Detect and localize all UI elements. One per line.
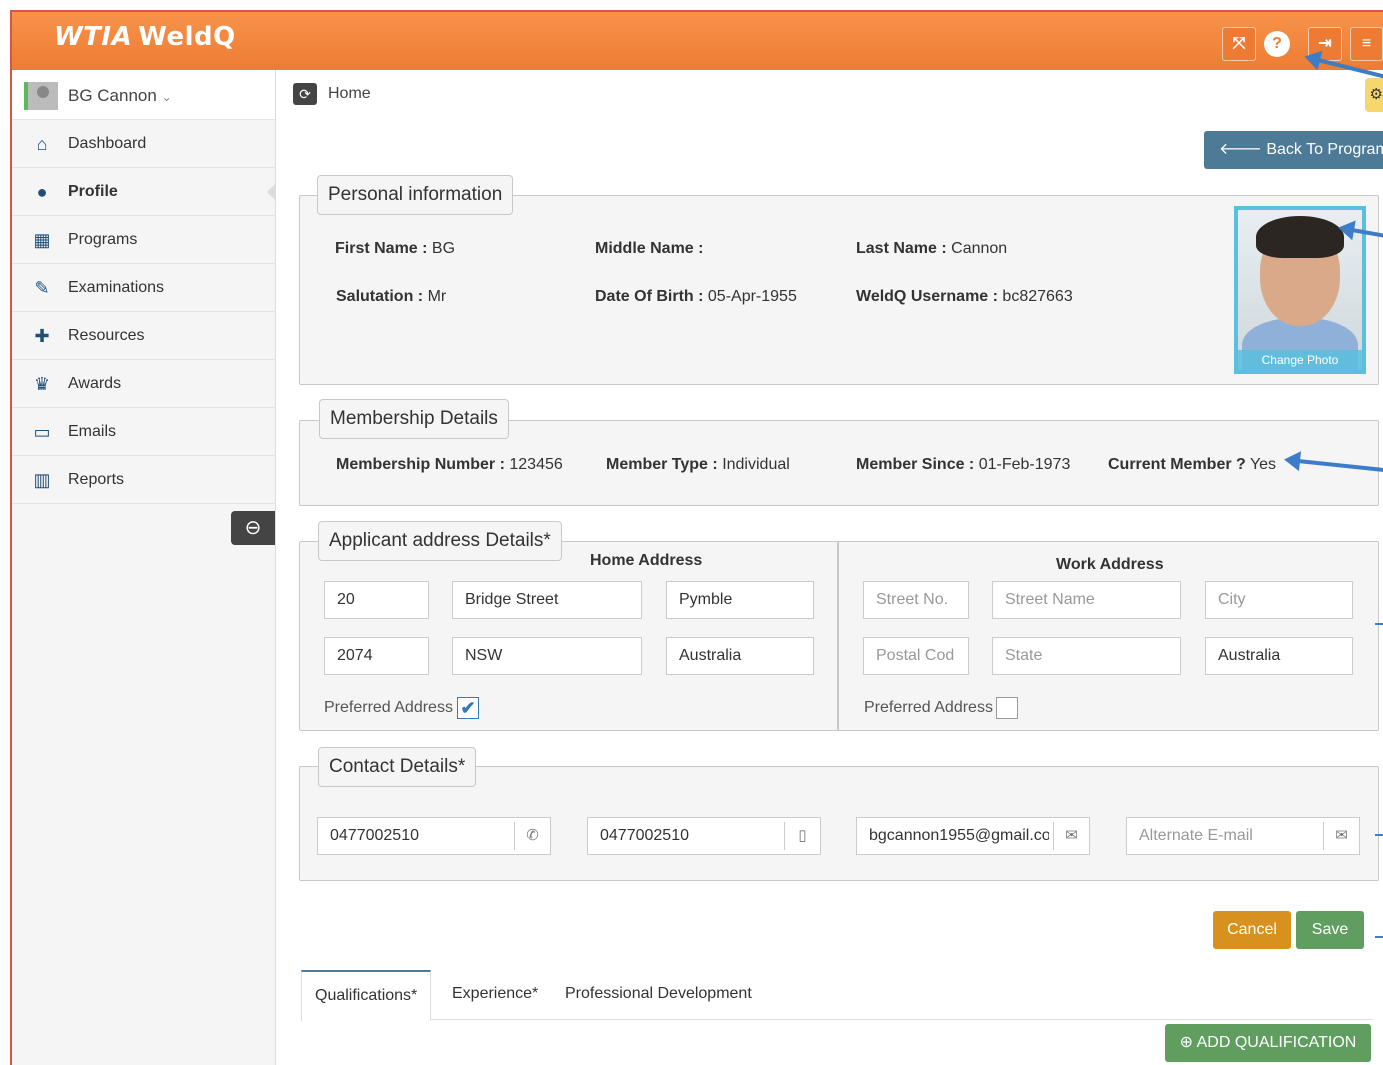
fullscreen-icon[interactable]: ⤧ <box>1222 27 1256 61</box>
alt-email-input[interactable]: Alternate E-mail ✉ <box>1126 817 1360 855</box>
mobile-input[interactable]: 0477002510 ▯ <box>587 817 821 855</box>
sidebar-item-emails[interactable]: ▭ Emails <box>12 408 275 456</box>
current-member-field: Current Member ? Yes <box>1108 456 1277 473</box>
annotation-arrow <box>1375 834 1383 836</box>
bar-chart-icon: ▥ <box>33 470 51 490</box>
change-photo-link[interactable]: Change Photo <box>1238 350 1362 370</box>
address-legend: Applicant address Details* <box>318 521 562 561</box>
back-to-programs-button[interactable]: 🡐 Back To Programs <box>1204 131 1383 169</box>
phone-input[interactable]: 0477002510 ✆ <box>317 817 551 855</box>
member-since-field: Member Since : 01-Feb-1973 <box>856 456 1071 473</box>
work-street-no-input[interactable]: Street No. <box>863 581 969 619</box>
add-qualification-button[interactable]: ⊕ ADD QUALIFICATION <box>1165 1024 1371 1062</box>
home-city-input[interactable]: Pymble <box>666 581 814 619</box>
tab-qualifications[interactable]: Qualifications* <box>301 970 432 1021</box>
phone-value: 0477002510 <box>330 827 419 844</box>
save-button[interactable]: Save <box>1296 911 1364 949</box>
home-preferred-checkbox[interactable]: ✔ <box>457 697 479 719</box>
sidebar-item-resources[interactable]: ✚ Resources <box>12 312 275 360</box>
first-name-field: First Name : BG <box>335 240 456 257</box>
alt-email-placeholder: Alternate E-mail <box>1139 827 1253 844</box>
sidebar-item-label: Programs <box>68 231 138 248</box>
sidebar-item-label: Awards <box>68 375 122 392</box>
tab-professional-development[interactable]: Professional Development <box>552 970 765 1020</box>
membership-legend: Membership Details <box>319 399 509 439</box>
sidebar-item-dashboard[interactable]: ⌂ Dashboard <box>12 120 275 168</box>
username-field: WeldQ Username : bc827663 <box>856 288 1073 305</box>
last-name-field: Last Name : Cannon <box>856 240 1008 257</box>
work-preferred-label: Preferred Address <box>864 699 993 716</box>
envelope-icon: ✉ <box>1323 822 1359 850</box>
home-preferred-label: Preferred Address <box>324 699 453 716</box>
app-logo[interactable]: WTIA WeldQ <box>54 22 236 52</box>
windows-icon: ▦ <box>33 230 51 250</box>
member-type-field: Member Type : Individual <box>606 456 790 473</box>
home-country-select[interactable]: Australia <box>666 637 814 675</box>
gear-icon[interactable]: ⚙ <box>1365 78 1383 112</box>
logo-weldq: WeldQ <box>138 22 236 52</box>
work-address-title: Work Address <box>1056 556 1164 573</box>
home-state-input[interactable]: NSW <box>452 637 642 675</box>
avatar <box>24 82 58 110</box>
home-icon: ⌂ <box>36 134 48 154</box>
user-icon: ● <box>36 182 48 202</box>
work-preferred-checkbox[interactable] <box>996 697 1018 719</box>
dob-field: Date Of Birth : 05-Apr-1955 <box>595 288 797 305</box>
annotation-arrow <box>1375 623 1383 625</box>
main-content: ⟳ Home ⚙ 🡐 Back To Programs Personal inf… <box>277 70 1383 1065</box>
work-postal-input[interactable]: Postal Cod <box>863 637 969 675</box>
middle-name-field: Middle Name : <box>595 240 704 257</box>
profile-tabs: Qualifications* Experience* Professional… <box>301 970 1373 1021</box>
chevron-down-icon: ⌄ <box>161 90 172 104</box>
sidebar: BG Cannon ⌄ ⌂ Dashboard ● Profile ▦ Prog… <box>12 70 276 1065</box>
collapse-sidebar-button[interactable]: ⊖ <box>231 511 275 545</box>
mobile-icon: ▯ <box>784 822 820 850</box>
trophy-icon: ♛ <box>33 374 51 394</box>
cancel-button[interactable]: Cancel <box>1213 911 1291 949</box>
logo-wtia: WTIA <box>54 22 133 52</box>
home-address-title: Home Address <box>590 552 703 569</box>
email-input[interactable]: bgcannon1955@gmail.co ✉ <box>856 817 1090 855</box>
membership-number-field: Membership Number : 123456 <box>336 456 563 473</box>
home-street-no-input[interactable]: 20 <box>324 581 429 619</box>
personal-info-panel <box>299 195 1379 385</box>
home-postal-input[interactable]: 2074 <box>324 637 429 675</box>
sidebar-item-profile[interactable]: ● Profile <box>12 168 275 216</box>
mobile-value: 0477002510 <box>600 827 689 844</box>
salutation-field: Salutation : Mr <box>336 288 447 305</box>
envelope-icon: ✉ <box>1053 822 1089 850</box>
annotation-arrow <box>1375 936 1383 938</box>
work-street-name-input[interactable]: Street Name <box>992 581 1181 619</box>
inbox-icon: ▭ <box>33 422 51 442</box>
contact-legend: Contact Details* <box>318 747 477 787</box>
sidebar-item-label: Examinations <box>68 279 165 296</box>
work-city-input[interactable]: City <box>1205 581 1353 619</box>
sidebar-item-label: Reports <box>68 471 125 488</box>
help-icon[interactable]: ? <box>1264 31 1290 57</box>
sidebar-item-reports[interactable]: ▥ Reports <box>12 456 275 504</box>
sidebar-item-examinations[interactable]: ✎ Examinations <box>12 264 275 312</box>
personal-info-legend: Personal information <box>317 175 514 215</box>
home-street-name-input[interactable]: Bridge Street <box>452 581 642 619</box>
refresh-icon[interactable]: ⟳ <box>293 83 317 105</box>
work-country-select[interactable]: Australia <box>1205 637 1353 675</box>
tab-experience[interactable]: Experience* <box>439 970 551 1020</box>
sidebar-item-programs[interactable]: ▦ Programs <box>12 216 275 264</box>
breadcrumb[interactable]: Home <box>328 85 371 103</box>
top-header: WTIA WeldQ ⤧ ? ⇥ ≡ <box>12 12 1383 70</box>
sidebar-item-label: Dashboard <box>68 135 147 152</box>
sidebar-item-label: Profile <box>68 183 118 200</box>
sidebar-item-label: Resources <box>68 327 145 344</box>
user-name: BG Cannon <box>68 86 157 105</box>
email-value: bgcannon1955@gmail.co <box>869 827 1049 844</box>
edit-icon: ✎ <box>34 278 50 298</box>
sidebar-item-awards[interactable]: ♛ Awards <box>12 360 275 408</box>
sidebar-item-label: Emails <box>68 423 117 440</box>
puzzle-icon: ✚ <box>34 326 50 346</box>
phone-icon: ✆ <box>514 822 550 850</box>
user-menu[interactable]: BG Cannon ⌄ <box>12 70 275 120</box>
work-state-input[interactable]: State <box>992 637 1181 675</box>
menu-icon[interactable]: ≡ <box>1350 27 1383 61</box>
